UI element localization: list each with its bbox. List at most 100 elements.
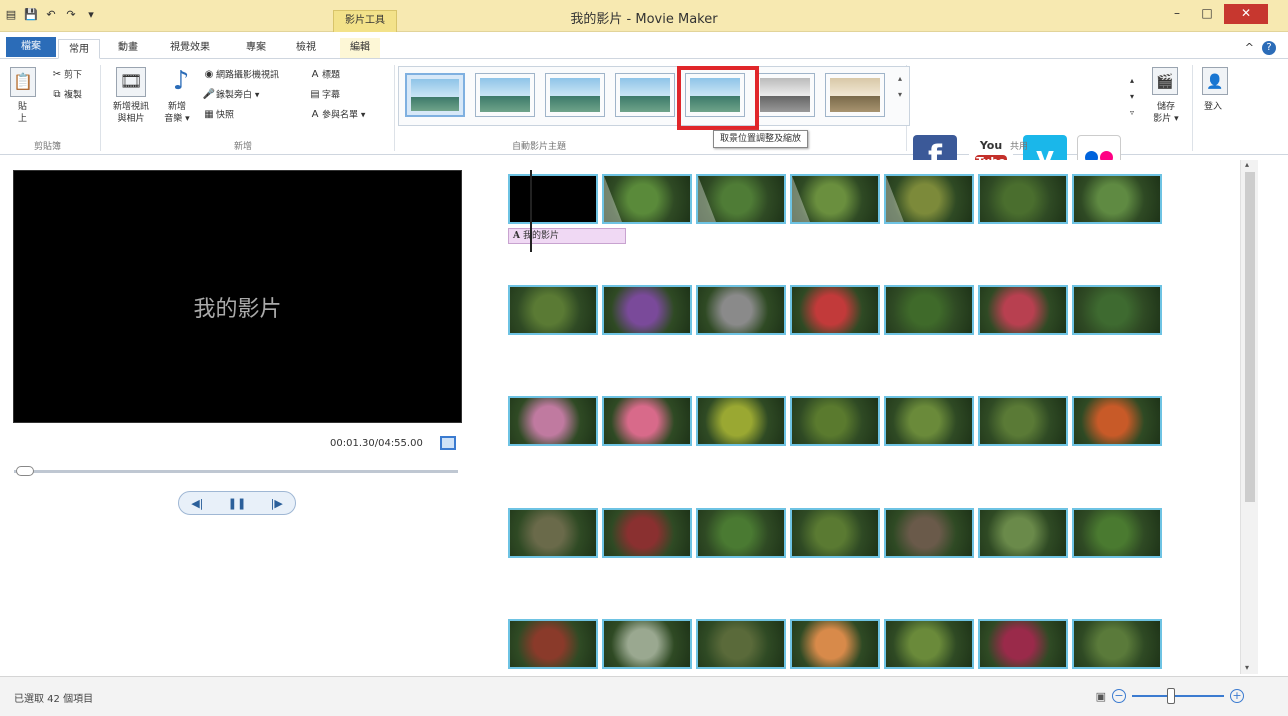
zoom-slider[interactable] — [1132, 688, 1224, 704]
tab-visual-effects[interactable]: 視覺效果 — [160, 38, 220, 58]
ribbon-tab-bar: 檔案 常用 動畫 視覺效果 專案 檢視 編輯 ^ ? — [0, 33, 1288, 59]
sign-in-button[interactable]: 登入 — [1204, 101, 1222, 113]
storyboard-scrollbar[interactable]: ▴ ▾ — [1240, 160, 1258, 674]
video-clip[interactable] — [884, 619, 974, 669]
video-clip[interactable] — [508, 174, 598, 224]
video-clip[interactable] — [602, 396, 692, 446]
video-clip[interactable] — [508, 396, 598, 446]
window-title: 我的影片 - Movie Maker — [570, 12, 718, 27]
caption-button[interactable]: ▤ 字幕 — [308, 89, 340, 102]
video-clip[interactable] — [790, 285, 880, 335]
video-clip[interactable] — [1072, 619, 1162, 669]
video-clip[interactable] — [884, 508, 974, 558]
music-note-icon[interactable]: ♪ — [166, 67, 196, 97]
tab-project[interactable]: 專案 — [236, 38, 276, 58]
zoom-out-icon[interactable]: − — [1112, 689, 1126, 703]
clipboard-group-label: 剪貼簿 — [34, 142, 62, 152]
video-clip[interactable] — [508, 285, 598, 335]
maximize-button[interactable]: □ — [1194, 4, 1220, 24]
video-clip[interactable] — [1072, 508, 1162, 558]
copy-icon: ⧉ — [53, 89, 61, 100]
video-clip[interactable] — [1072, 174, 1162, 224]
previous-frame-icon[interactable]: ◀| — [191, 497, 203, 510]
video-clip[interactable] — [602, 508, 692, 558]
video-clip[interactable] — [602, 285, 692, 335]
sign-in-icon[interactable]: 👤 — [1202, 67, 1228, 95]
thumbnail-size-icon[interactable]: ▣ — [1096, 690, 1106, 703]
theme-contemporary[interactable] — [475, 73, 535, 117]
video-clip[interactable] — [978, 396, 1068, 446]
webcam-video-button[interactable]: ◉ 網路攝影機視訊 — [202, 69, 279, 82]
theme-black-white[interactable] — [755, 73, 815, 117]
video-clip[interactable] — [696, 396, 786, 446]
video-clip[interactable] — [602, 619, 692, 669]
transition-marker — [698, 176, 716, 222]
theme-fade[interactable] — [545, 73, 605, 117]
video-clip[interactable] — [978, 174, 1068, 224]
video-clip[interactable] — [884, 174, 974, 224]
video-clip[interactable] — [696, 285, 786, 335]
video-clip[interactable] — [1072, 396, 1162, 446]
zoom-in-icon[interactable]: + — [1230, 689, 1244, 703]
video-clip[interactable] — [508, 508, 598, 558]
video-clip[interactable] — [978, 619, 1068, 669]
theme-sepia[interactable] — [825, 73, 885, 117]
webcam-icon: ◉ — [204, 69, 214, 80]
title-button[interactable]: A 標題 — [308, 69, 340, 82]
video-clip[interactable] — [790, 619, 880, 669]
tab-edit[interactable]: 編輯 — [340, 38, 380, 58]
fullscreen-button[interactable] — [440, 436, 456, 450]
tab-home[interactable]: 常用 — [58, 39, 100, 59]
minimize-button[interactable]: – — [1164, 4, 1190, 24]
video-clip[interactable] — [978, 508, 1068, 558]
pause-icon[interactable]: ❚❚ — [228, 497, 246, 510]
share-gallery-scroll[interactable]: ▴ ▾ ▿ — [1130, 73, 1134, 121]
video-clip[interactable] — [696, 508, 786, 558]
seek-handle[interactable] — [16, 466, 34, 476]
video-clip[interactable] — [884, 396, 974, 446]
tab-file[interactable]: 檔案 — [6, 37, 56, 57]
playback-time: 00:01.30/04:55.00 — [330, 438, 423, 449]
video-clip[interactable] — [696, 174, 786, 224]
credits-button[interactable]: A 參與名單 ▾ — [308, 109, 366, 122]
scroll-down-icon[interactable]: ▾ — [1245, 663, 1249, 672]
seek-bar[interactable] — [14, 470, 458, 473]
help-icon[interactable]: ? — [1262, 41, 1276, 55]
video-clip[interactable] — [602, 174, 692, 224]
close-button[interactable]: ✕ — [1224, 4, 1268, 24]
preview-title-text: 我的影片 — [193, 297, 282, 322]
next-frame-icon[interactable]: |▶ — [271, 497, 283, 510]
video-clip[interactable] — [696, 619, 786, 669]
snapshot-button[interactable]: ▦ 快照 — [202, 109, 234, 122]
video-clip[interactable] — [790, 508, 880, 558]
group-separator — [100, 65, 101, 151]
add-videos-photos-button[interactable]: 新增視訊 與相片 — [106, 101, 156, 125]
video-clip[interactable] — [884, 285, 974, 335]
transition-marker — [604, 176, 622, 222]
save-movie-button[interactable]: 儲存 影片 ▾ — [1150, 101, 1182, 125]
video-clip[interactable] — [790, 174, 880, 224]
add-music-button[interactable]: 新增 音樂 ▾ — [160, 101, 194, 125]
video-clip[interactable] — [1072, 285, 1162, 335]
film-photo-icon[interactable]: 🎞 — [116, 67, 146, 97]
minimize-ribbon-icon[interactable]: ^ — [1245, 41, 1254, 55]
tab-animations[interactable]: 動畫 — [108, 38, 148, 58]
caption-clip[interactable]: A 我的影片 — [508, 228, 626, 244]
playhead[interactable] — [530, 170, 532, 252]
paste-icon[interactable]: 📋 — [10, 67, 36, 97]
video-clip[interactable] — [978, 285, 1068, 335]
video-clip[interactable] — [508, 619, 598, 669]
theme-cinematic[interactable] — [615, 73, 675, 117]
theme-default[interactable] — [405, 73, 465, 117]
cut-button[interactable]: ✂ 剪下 — [50, 69, 82, 82]
storyboard-row — [508, 285, 1162, 335]
save-movie-icon[interactable]: 🎬 — [1152, 67, 1178, 95]
scroll-thumb[interactable] — [1245, 172, 1255, 502]
zoom-slider-knob[interactable] — [1166, 688, 1175, 704]
tab-view[interactable]: 檢視 — [286, 38, 326, 58]
scroll-up-icon[interactable]: ▴ — [1245, 160, 1249, 169]
video-clip[interactable] — [790, 396, 880, 446]
theme-gallery-scroll[interactable]: ▴ ▾ — [893, 71, 907, 123]
copy-button[interactable]: ⧉ 複製 — [50, 89, 82, 102]
record-narration-button[interactable]: 🎤錄製旁白 ▾ — [202, 89, 260, 102]
